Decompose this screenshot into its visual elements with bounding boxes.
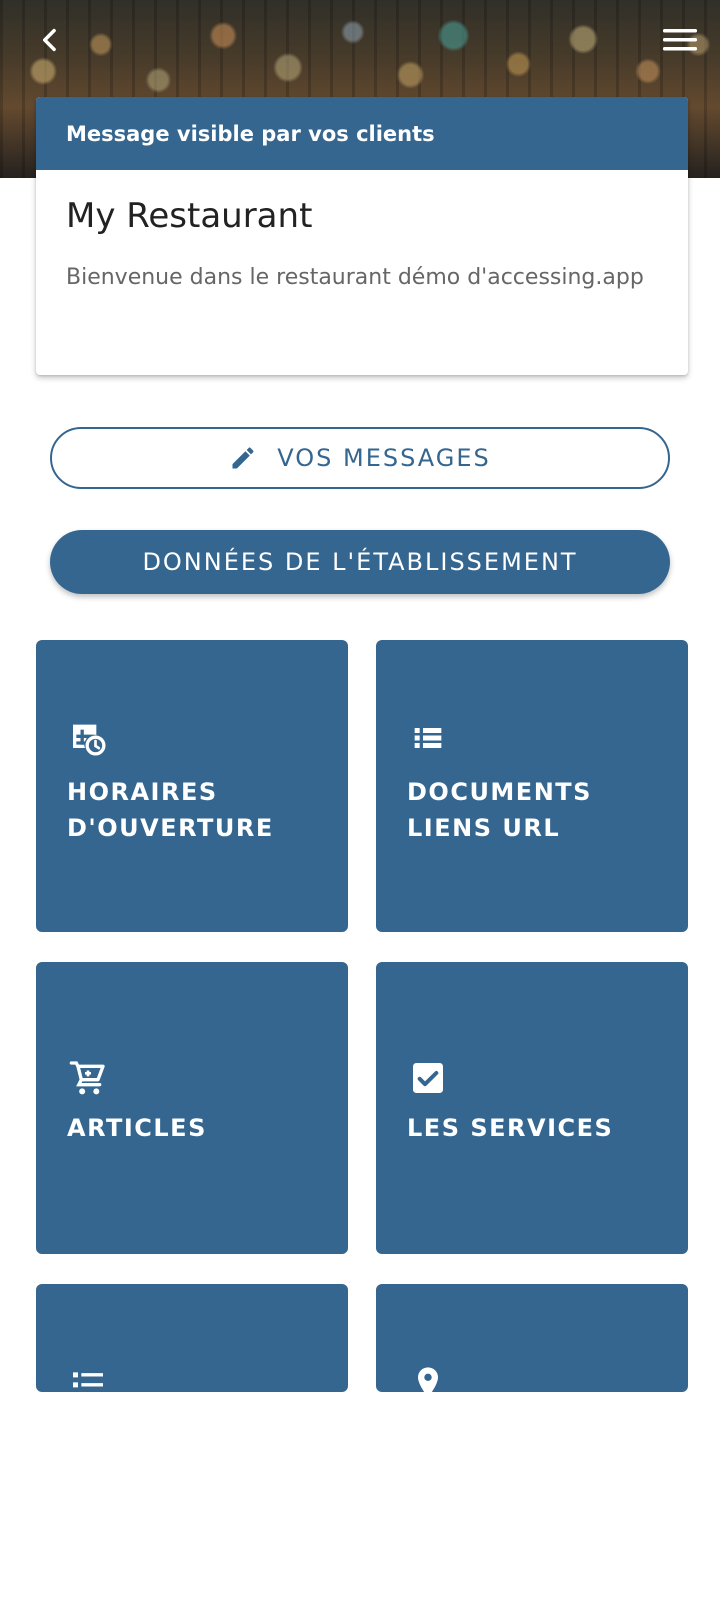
chevron-left-icon xyxy=(43,28,56,52)
tile-documents-links[interactable]: DOCUMENTS LIENS URL xyxy=(376,640,688,932)
pencil-icon xyxy=(232,447,254,469)
tile-documents-links-label: DOCUMENTS LIENS URL xyxy=(407,778,592,842)
your-messages-label: VOS MESSAGES xyxy=(277,444,491,472)
establishment-data-button[interactable]: DONNÉES DE L'ÉTABLISSEMENT xyxy=(50,530,670,594)
menu-button[interactable] xyxy=(658,20,702,60)
tile-articles[interactable]: ARTICLES xyxy=(36,962,348,1254)
list-view-icon xyxy=(414,728,442,748)
your-messages-button[interactable]: VOS MESSAGES xyxy=(50,427,670,489)
calendar-clock-icon xyxy=(73,724,106,756)
cart-icon xyxy=(69,1061,105,1095)
tile-bottom-left[interactable] xyxy=(36,1284,348,1392)
tile-articles-label: ARTICLES xyxy=(67,1114,207,1142)
establishment-data-label: DONNÉES DE L'ÉTABLISSEMENT xyxy=(142,548,578,576)
hamburger-menu-icon xyxy=(663,29,697,51)
back-button[interactable] xyxy=(30,20,70,60)
tile-bottom-right[interactable] xyxy=(376,1284,688,1392)
client-message-card: Message visible par vos clients My Resta… xyxy=(36,97,688,375)
tile-services[interactable]: LES SERVICES xyxy=(376,962,688,1254)
tile-services-label: LES SERVICES xyxy=(407,1114,614,1142)
tile-opening-hours-label: HORAIRES D'OUVERTURE xyxy=(67,778,274,842)
welcome-message: Bienvenue dans le restaurant démo d'acce… xyxy=(66,265,644,290)
tile-opening-hours[interactable]: HORAIRES D'OUVERTURE xyxy=(36,640,348,932)
bulleted-list-icon xyxy=(73,1372,103,1388)
message-card-header: Message visible par vos clients xyxy=(36,97,688,170)
checkbox-icon xyxy=(413,1063,443,1093)
location-icon xyxy=(418,1367,438,1392)
restaurant-name: My Restaurant xyxy=(66,196,313,236)
